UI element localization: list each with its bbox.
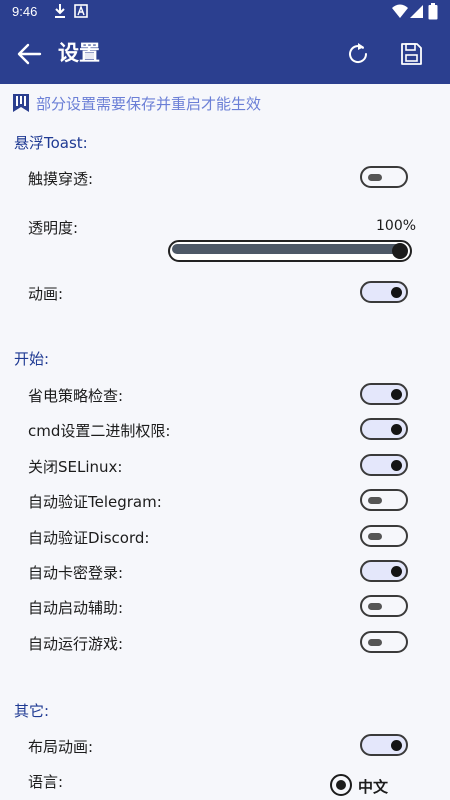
start-item-label: cmd设置二进制权限: [28, 422, 171, 440]
toggle-knob [391, 286, 402, 298]
start-item-label: 自动卡密登录: [28, 564, 124, 582]
opacity-slider[interactable] [168, 240, 412, 262]
auto-key-login-toggle[interactable] [360, 560, 408, 582]
signal-icon [410, 5, 423, 18]
restart-notice: 部分设置需要保存并重启才能生效 [12, 92, 261, 114]
disable-selinux-toggle[interactable] [360, 454, 408, 476]
toggle-knob [368, 602, 382, 610]
animation-toggle[interactable] [360, 281, 408, 303]
layout-animation-toggle[interactable] [360, 734, 408, 756]
battery-icon [428, 3, 438, 20]
status-time: 9:46 [12, 4, 38, 19]
layout-animation-label: 布局动画: [28, 738, 94, 756]
start-item-label: 自动验证Discord: [28, 529, 150, 547]
notice-book-icon [13, 94, 29, 112]
page-title: 设置 [58, 41, 100, 65]
battery-policy-check-toggle[interactable] [360, 383, 408, 405]
toggle-knob [391, 739, 402, 751]
cmd-binary-permission-toggle[interactable] [360, 418, 408, 440]
wifi-icon [392, 4, 408, 18]
start-item-label: 自动运行游戏: [28, 635, 124, 653]
toggle-knob [391, 423, 402, 435]
toggle-knob [391, 565, 402, 577]
app-bar: 设置 [0, 24, 450, 84]
section-start: 开始: [14, 350, 50, 368]
toggle-knob [368, 532, 382, 540]
notification-a-icon [74, 4, 88, 18]
touch-through-toggle[interactable] [360, 166, 408, 188]
back-arrow-icon[interactable] [14, 39, 44, 69]
slider-fill [172, 244, 406, 254]
notice-text: 部分设置需要保存并重启才能生效 [36, 94, 262, 113]
start-item-label: 关闭SELinux: [28, 458, 123, 476]
auto-start-assist-toggle[interactable] [360, 595, 408, 617]
auto-verify-discord-toggle[interactable] [360, 525, 408, 547]
start-item-label: 省电策略检查: [28, 387, 124, 405]
auto-run-game-toggle[interactable] [360, 631, 408, 653]
opacity-label: 透明度: [28, 219, 79, 237]
section-other: 其它: [14, 702, 50, 720]
toggle-knob [391, 459, 402, 471]
toggle-knob [368, 496, 382, 504]
radio-dot [336, 780, 346, 790]
refresh-icon[interactable] [344, 40, 372, 68]
status-bar: 9:46 [0, 0, 450, 24]
section-float-toast: 悬浮Toast: [14, 134, 88, 152]
language-radio-chinese[interactable] [330, 774, 352, 796]
animation-label: 动画: [28, 285, 64, 303]
download-icon [55, 4, 65, 18]
toggle-knob [368, 638, 382, 646]
touch-through-label: 触摸穿透: [28, 170, 94, 188]
save-icon[interactable] [397, 40, 425, 68]
start-item-label: 自动验证Telegram: [28, 493, 162, 511]
start-item-label: 自动启动辅助: [28, 599, 124, 617]
auto-verify-telegram-toggle[interactable] [360, 489, 408, 511]
opacity-value: 100% [376, 218, 417, 234]
language-option-label[interactable]: 中文 [358, 776, 388, 797]
language-label: 语言: [28, 773, 64, 791]
toggle-knob [391, 388, 402, 400]
toggle-knob [368, 173, 382, 181]
slider-thumb[interactable] [392, 243, 408, 259]
